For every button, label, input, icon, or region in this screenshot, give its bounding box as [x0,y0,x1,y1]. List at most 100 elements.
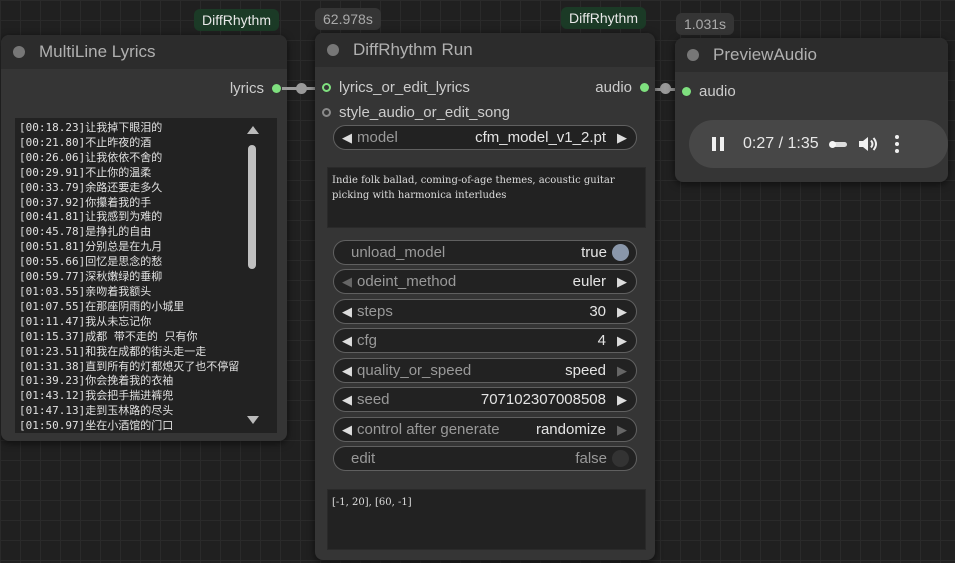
preview-audio-node[interactable]: PreviewAudio audio 0:27 / 1:35 [675,38,948,182]
odeint-method-combo[interactable]: ◀ odeint_method euler ▶ [333,269,637,294]
arrow-left-icon[interactable]: ◀ [339,392,355,408]
output-slot-audio[interactable]: audio [595,79,649,96]
arrow-right-icon[interactable]: ▶ [614,274,630,290]
collapse-toggle[interactable] [327,44,339,56]
output-slot-lyrics[interactable]: lyrics [230,80,281,97]
volume-icon[interactable] [858,135,878,153]
arrow-left-icon[interactable]: ◀ [339,422,355,438]
cfg-number[interactable]: ◀ cfg 4 ▶ [333,328,637,353]
widget-value: 707102307008508 [480,391,606,408]
lyrics-line: [01:03.55]亲吻着我额头 [19,284,152,298]
lyrics-textarea[interactable]: [00:18.23]让我掉下眼泪的 [00:21.80]不止昨夜的酒 [00:26.… [15,118,277,433]
node-header[interactable]: PreviewAudio [675,38,948,72]
widget-value: 30 [589,303,606,320]
input-slot-lyrics[interactable]: lyrics_or_edit_lyrics [322,79,470,96]
lyrics-line: [00:37.92]你攥着我的手 [19,195,152,209]
widget-value: cfm_model_v1_2.pt [475,129,606,146]
collapse-toggle[interactable] [687,49,699,61]
arrow-left-icon[interactable]: ◀ [339,363,355,379]
toggle-knob-on[interactable] [612,244,629,261]
lyrics-scrollbar[interactable] [245,119,259,431]
lyrics-line: [01:23.51]和我在成都的街头走一走 [19,344,207,358]
input-dot[interactable] [322,83,331,92]
lyrics-line: [00:51.81]分别总是在九月 [19,240,163,254]
unload-model-toggle[interactable]: unload_model true [333,240,637,265]
arrow-left-icon[interactable]: ◀ [339,130,355,146]
multiline-lyrics-node[interactable]: MultiLine Lyrics lyrics [00:18.23]让我掉下眼泪… [1,35,287,441]
model-combo[interactable]: ◀ model cfm_model_v1_2.pt ▶ [333,125,637,150]
execution-time-badge-run: 62.978s [315,8,381,30]
widget-label: model [357,129,398,146]
edit-segments-textarea[interactable]: [-1, 20], [60, -1] [327,489,646,550]
arrow-right-icon[interactable]: ▶ [614,422,630,438]
input-slot-audio[interactable]: audio [682,83,736,100]
arrow-right-icon[interactable]: ▶ [614,304,630,320]
lyrics-line: [01:43.12]我会把手揣进裤兜 [19,389,174,403]
lyrics-line: [01:07.55]在那座阴雨的小城里 [19,299,185,313]
toggle-knob-off[interactable] [612,450,629,467]
widget-label: unload_model [351,244,446,261]
arrow-left-icon[interactable]: ◀ [339,333,355,349]
slot-label: lyrics_or_edit_lyrics [339,79,470,96]
arrow-right-icon[interactable]: ▶ [614,363,630,379]
arrow-left-icon[interactable]: ◀ [339,274,355,290]
lyrics-line: [01:47.13]走到玉林路的尽头 [19,404,174,418]
pause-icon[interactable] [712,137,726,151]
arrow-right-icon[interactable]: ▶ [614,392,630,408]
slot-label: audio [699,83,736,100]
input-dot[interactable] [322,108,331,117]
link-midpoint[interactable] [296,83,307,94]
lyrics-line: [01:31.38]直到所有的灯都熄灭了也不停留 [19,359,240,373]
link-midpoint[interactable] [660,83,671,94]
edit-toggle[interactable]: edit false [333,446,637,471]
style-prompt-textarea[interactable]: Indie folk ballad, coming-of-age themes,… [327,167,646,228]
lyrics-line: [00:33.79]余路还要走多久 [19,180,163,194]
widget-label: quality_or_speed [357,362,472,379]
scroll-up-icon[interactable] [247,126,259,134]
output-dot[interactable] [272,84,281,93]
lyrics-line: [00:18.23]让我掉下眼泪的 [19,121,163,134]
lyrics-line: [01:11.47]我从未忘记你 [19,314,152,328]
output-dot[interactable] [640,83,649,92]
arrow-right-icon[interactable]: ▶ [614,130,630,146]
widget-value: false [575,450,607,467]
playback-time: 0:27 / 1:35 [743,135,819,152]
collapse-toggle[interactable] [13,46,25,58]
execution-time-badge-preview: 1.031s [676,13,735,35]
quality-or-speed-combo[interactable]: ◀ quality_or_speed speed ▶ [333,358,637,383]
slot-label: audio [595,79,632,96]
scroll-thumb[interactable] [248,145,256,269]
lyrics-line: [00:26.06]让我依依不舍的 [19,150,163,164]
lyrics-line: [01:50.97]坐在小酒馆的门口 [19,419,174,433]
node-title: PreviewAudio [713,45,817,64]
arrow-left-icon[interactable]: ◀ [339,304,355,320]
audio-player[interactable]: 0:27 / 1:35 [689,120,948,168]
more-options-icon[interactable] [894,135,899,153]
lyrics-line: [01:15.37]成都 带不走的 只有你 [19,329,198,343]
widget-label: edit [351,450,376,467]
diffrhythm-run-node[interactable]: DiffRhythm Run lyrics_or_edit_lyrics sty… [315,33,655,560]
slot-label: style_audio_or_edit_song [339,104,510,121]
lyrics-line: [00:21.80]不止昨夜的酒 [19,135,152,149]
control-after-generate-combo[interactable]: ◀ control after generate randomize ▶ [333,417,637,442]
scroll-down-icon[interactable] [247,416,259,424]
widget-label: steps [357,303,393,320]
arrow-right-icon[interactable]: ▶ [614,333,630,349]
lyrics-line: [00:59.77]深秋嫩绿的垂柳 [19,270,163,284]
widget-value: euler [572,273,606,290]
group-badge-run: DiffRhythm [561,7,646,29]
lyrics-line: [00:55.66]回忆是思念的愁 [19,255,163,269]
input-slot-style[interactable]: style_audio_or_edit_song [322,104,510,121]
node-header[interactable]: DiffRhythm Run [315,33,655,67]
lyrics-line: [01:39.23]你会挽着我的衣袖 [19,374,174,388]
group-badge-multiline: DiffRhythm [194,9,279,31]
input-dot[interactable] [682,87,691,96]
seed-number[interactable]: ◀ seed 707102307008508 ▶ [333,387,637,412]
node-title: MultiLine Lyrics [39,42,156,61]
progress-bar[interactable] [828,140,847,148]
lyrics-line: [00:45.78]是挣扎的自由 [19,225,152,239]
widget-value: true [581,244,607,261]
widget-label: control after generate [357,421,500,438]
steps-number[interactable]: ◀ steps 30 ▶ [333,299,637,324]
node-header[interactable]: MultiLine Lyrics [1,35,287,69]
